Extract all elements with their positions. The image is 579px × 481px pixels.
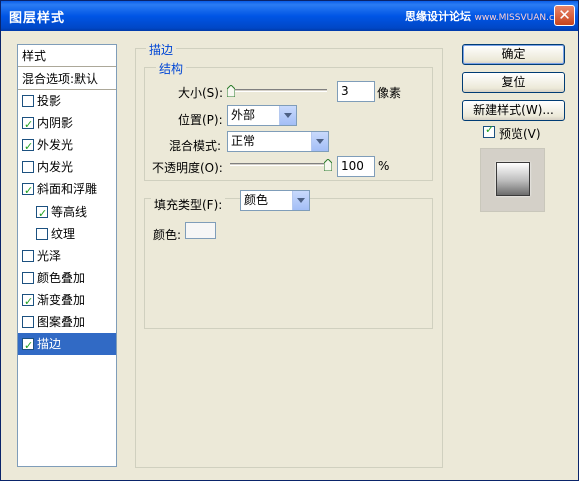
dialog-title: 图层样式 [9,11,66,26]
title-bar[interactable]: 图层样式 思缘设计论坛 www.MISSVUAN.com ✕ [1,1,578,31]
watermark: 思缘设计论坛 www.MISSVUAN.com [405,8,568,24]
position-value: 外部 [231,108,256,122]
chevron-down-icon[interactable] [292,191,309,210]
checkbox-icon[interactable] [22,249,34,262]
checkbox-icon[interactable] [22,291,34,313]
checkbox-icon[interactable] [22,161,34,174]
fill-type-value: 颜色 [244,193,269,207]
style-item[interactable]: 纹理 [18,223,116,245]
checkbox-icon[interactable] [22,271,34,284]
preview-label: 预览(V) [499,127,541,141]
preview-swatch [496,162,530,196]
blend-mode-value: 正常 [231,134,256,148]
style-list-header[interactable]: 样式 [18,45,116,67]
chevron-down-icon[interactable] [311,132,328,151]
checkbox-icon[interactable] [22,95,34,107]
stroke-section-title: 描边 [146,41,177,58]
reset-button[interactable]: 复位 [462,72,565,93]
style-item-label: 内发光 [37,160,74,175]
style-item-label: 光泽 [37,248,62,263]
chevron-down-icon[interactable] [279,106,296,125]
style-list-header-label: 样式 [22,49,47,63]
color-label: 颜色: [153,228,182,242]
style-item-label: 内阴影 [37,116,74,131]
opacity-slider-thumb[interactable] [324,159,332,171]
style-item[interactable]: 内发光 [18,156,116,178]
checkbox-icon[interactable] [22,335,34,357]
style-item-label: 纹理 [51,226,76,241]
style-item[interactable]: 光泽 [18,245,116,267]
style-item[interactable]: 等高线 [18,201,116,225]
opacity-unit: % [378,159,390,173]
fill-group [144,198,433,329]
size-input[interactable]: 3 [337,81,375,102]
style-item[interactable]: 渐变叠加 [18,289,116,313]
close-button[interactable]: ✕ [554,5,575,26]
checkbox-icon[interactable] [22,136,34,158]
opacity-label: 不透明度(O): [152,161,223,175]
style-item-label: 等高线 [51,204,88,219]
position-label: 位置(P): [178,113,223,127]
position-select[interactable]: 外部 [227,105,297,126]
checkbox-icon[interactable] [36,203,48,225]
blend-mode-label: 混合模式: [169,139,222,153]
fill-type-select[interactable]: 颜色 [240,190,310,211]
preview-check-icon[interactable] [483,123,495,138]
style-item[interactable]: 斜面和浮雕 [18,178,116,202]
style-item[interactable]: 外发光 [18,134,116,158]
blend-options-label: 混合选项:默认 [22,72,99,86]
style-item[interactable]: 图案叠加 [18,311,116,333]
fill-type-label: 填充类型(F): [151,196,226,213]
style-item-label: 描边 [37,337,62,352]
checkbox-icon[interactable] [36,227,48,240]
style-item[interactable]: 描边 [18,333,116,357]
watermark-cn: 思缘设计论坛 [405,10,471,23]
size-unit: 像素 [377,86,402,100]
opacity-slider-track[interactable] [230,163,327,166]
blend-options-item[interactable]: 混合选项:默认 [18,68,116,90]
blend-mode-select[interactable]: 正常 [227,131,329,152]
size-label: 大小(S): [178,86,224,100]
style-item[interactable]: 颜色叠加 [18,267,116,289]
style-item-label: 渐变叠加 [37,292,86,307]
layer-style-dialog: 图层样式 思缘设计论坛 www.MISSVUAN.com ✕ 样式 混合选项:默… [0,0,579,481]
style-item-label: 外发光 [37,138,74,153]
size-slider-track[interactable] [230,89,327,92]
checkbox-icon[interactable] [22,114,34,136]
structure-title: 结构 [156,60,187,77]
style-list: 样式 混合选项:默认 投影内阴影外发光内发光斜面和浮雕等高线纹理光泽颜色叠加渐变… [17,44,117,467]
style-item[interactable]: 投影 [18,90,116,112]
style-item[interactable]: 内阴影 [18,112,116,136]
style-item-label: 斜面和浮雕 [37,182,98,197]
color-swatch[interactable] [185,222,216,239]
size-slider-thumb[interactable] [227,85,235,97]
ok-button[interactable]: 确定 [462,44,565,65]
checkbox-icon[interactable] [22,316,34,328]
style-item-label: 颜色叠加 [37,270,86,285]
style-item-label: 投影 [37,94,62,108]
new-style-button[interactable]: 新建样式(W)... [462,100,565,121]
checkbox-icon[interactable] [22,180,34,202]
style-preview [480,148,545,212]
opacity-input[interactable]: 100 [337,156,375,177]
close-icon: ✕ [558,6,571,24]
style-item-label: 图案叠加 [37,315,86,329]
